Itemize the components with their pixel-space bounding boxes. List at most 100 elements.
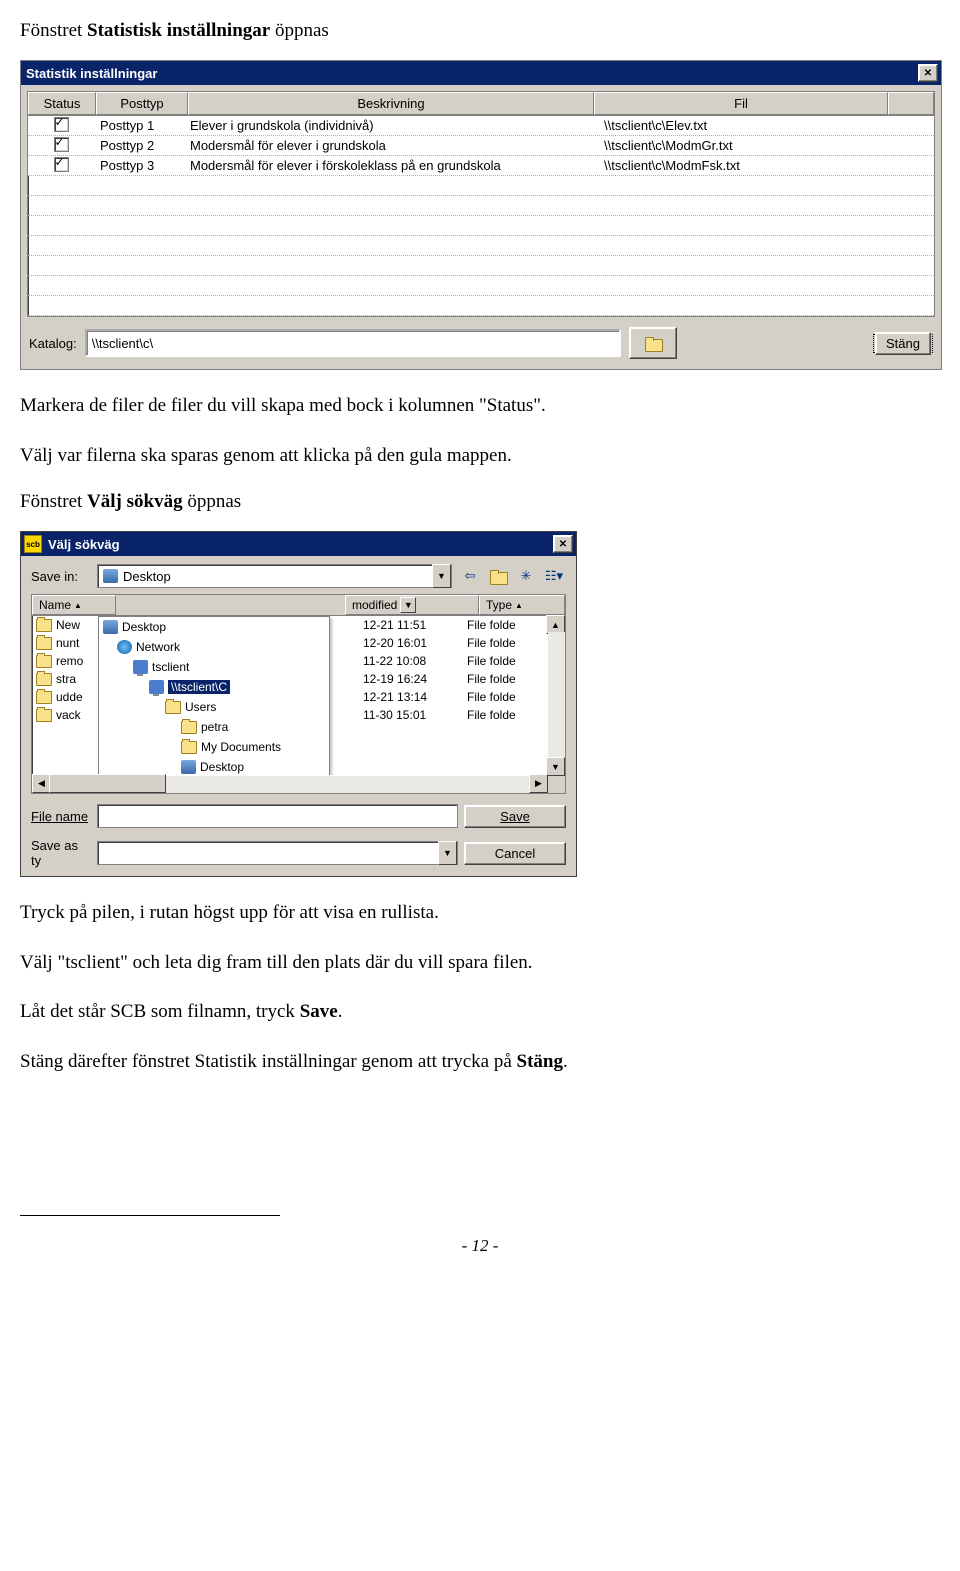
folder-icon <box>36 673 52 686</box>
folder-icon <box>181 741 197 754</box>
cell-fil: \\tsclient\c\ModmGr.txt <box>598 138 890 153</box>
col-beskrivning[interactable]: Beskrivning <box>188 92 594 115</box>
browse-folder-button[interactable] <box>629 327 677 359</box>
tree-item[interactable]: Users <box>99 697 329 717</box>
cell-fil: \\tsclient\c\Elev.txt <box>598 118 890 133</box>
valj-sokvag-window: scb Välj sökväg ✕ Save in: Desktop ▼ ⇦ ✳… <box>20 531 577 877</box>
checkbox[interactable] <box>54 157 69 172</box>
save-in-value: Desktop <box>98 569 432 584</box>
chevron-down-icon[interactable]: ▼ <box>400 597 416 613</box>
footer-rule <box>20 1215 280 1216</box>
heading-2: Fönstret Välj sökväg öppnas <box>20 491 940 513</box>
col-name[interactable]: Name▲ <box>32 595 116 615</box>
col-modified[interactable]: modified ▼ <box>345 595 479 615</box>
app-icon: scb <box>24 535 42 553</box>
tree-item[interactable]: \\tsclient\C <box>99 677 329 697</box>
list-item[interactable]: 12-21 11:51File folde <box>363 616 543 634</box>
tree-item[interactable]: tsclient <box>99 657 329 677</box>
sort-asc-icon: ▲ <box>74 601 82 610</box>
cell-posttyp: Posttyp 3 <box>94 158 184 173</box>
list-item[interactable]: 11-22 10:08File folde <box>363 652 543 670</box>
checkbox[interactable] <box>54 137 69 152</box>
chevron-down-icon[interactable]: ▼ <box>432 564 451 588</box>
list-item[interactable]: 11-30 15:01File folde <box>363 706 543 724</box>
details-column: 12-21 11:51File folde12-20 16:01File fol… <box>363 616 543 724</box>
sort-icon: ▲ <box>515 601 523 610</box>
scroll-down-icon[interactable]: ▼ <box>546 757 565 776</box>
list-item[interactable]: 12-19 16:24File folde <box>363 670 543 688</box>
cell-posttyp: Posttyp 2 <box>94 138 184 153</box>
empty-rows <box>28 176 934 316</box>
chevron-down-icon[interactable]: ▼ <box>438 841 457 865</box>
table-row[interactable]: Posttyp 1Elever i grundskola (individniv… <box>28 116 934 136</box>
folder-icon <box>165 701 181 714</box>
table-row[interactable]: Posttyp 3Modersmål för elever i förskole… <box>28 156 934 176</box>
table-row[interactable]: Posttyp 2Modersmål för elever i grundsko… <box>28 136 934 156</box>
back-icon[interactable]: ⇦ <box>458 565 482 587</box>
file-list[interactable]: Name▲ modified ▼ Type ▲ Newnuntremostrau… <box>31 594 566 794</box>
saveas-row: Save as ty ▼ Cancel <box>31 838 566 868</box>
file-list-header: Name▲ modified ▼ Type ▲ <box>32 595 565 616</box>
list-item[interactable]: 12-20 16:01File folde <box>363 634 543 652</box>
text: Fönstret <box>20 20 87 41</box>
saveas-label: Save as ty <box>31 838 91 868</box>
filename-row: File name Save <box>31 804 566 828</box>
new-folder-icon[interactable]: ✳ <box>514 565 538 587</box>
close-button[interactable]: Stäng <box>875 332 931 355</box>
paragraph: Välj var filerna ska sparas genom att kl… <box>20 442 940 470</box>
folder-icon <box>181 721 197 734</box>
save-button[interactable]: Save <box>464 805 566 828</box>
bottom-row: Katalog: Stäng <box>21 321 941 369</box>
folder-icon <box>36 637 52 650</box>
list-item[interactable]: New <box>36 616 92 634</box>
list-item[interactable]: nunt <box>36 634 92 652</box>
list-item[interactable]: remo <box>36 652 92 670</box>
tree-item[interactable]: petra <box>99 717 329 737</box>
cancel-button[interactable]: Cancel <box>464 842 566 865</box>
checkbox[interactable] <box>54 117 69 132</box>
table: Status Posttyp Beskrivning Fil Posttyp 1… <box>27 91 935 317</box>
location-tree-popup[interactable]: DesktopNetworktsclient\\tsclient\CUsersp… <box>98 616 330 794</box>
col-posttyp[interactable]: Posttyp <box>96 92 188 115</box>
cell-beskrivning: Elever i grundskola (individnivå) <box>184 118 598 133</box>
desktop-icon <box>103 569 118 583</box>
saveas-combo[interactable]: ▼ <box>97 841 458 865</box>
filename-input[interactable] <box>97 804 458 828</box>
save-in-row: Save in: Desktop ▼ ⇦ ✳ ☷▾ <box>31 564 566 588</box>
list-item[interactable]: udde <box>36 688 92 706</box>
folder-icon <box>36 655 52 668</box>
monitor-icon <box>133 660 148 674</box>
list-item[interactable]: vack <box>36 706 92 724</box>
text: öppnas <box>183 491 242 512</box>
katalog-input[interactable] <box>85 329 621 357</box>
text: öppnas <box>270 20 329 41</box>
tree-item[interactable]: Network <box>99 637 329 657</box>
text: Fönstret <box>20 491 87 512</box>
col-fil[interactable]: Fil <box>594 92 888 115</box>
paragraph: Markera de filer de filer du vill skapa … <box>20 392 940 420</box>
folder-column: Newnuntremostrauddevack <box>36 616 92 724</box>
list-item[interactable]: stra <box>36 670 92 688</box>
network-icon <box>117 640 132 654</box>
col-spacer <box>888 92 934 115</box>
cell-fil: \\tsclient\c\ModmFsk.txt <box>598 158 890 173</box>
col-status[interactable]: Status <box>28 92 96 115</box>
scrollbar-corner <box>548 776 565 793</box>
paragraph: Stäng därefter fönstret Statistik instäl… <box>20 1048 940 1076</box>
col-type[interactable]: Type ▲ <box>479 595 565 615</box>
titlebar[interactable]: scb Välj sökväg ✕ <box>21 532 576 556</box>
close-icon[interactable]: ✕ <box>918 64 938 82</box>
titlebar[interactable]: Statistik inställningar ✕ <box>21 61 941 85</box>
views-icon[interactable]: ☷▾ <box>542 565 566 587</box>
monitor-icon <box>149 680 164 694</box>
close-icon[interactable]: ✕ <box>553 535 573 553</box>
cell-beskrivning: Modersmål för elever i förskoleklass på … <box>184 158 598 173</box>
scrollbar-h-thumb[interactable] <box>49 774 166 793</box>
scrollbar-v[interactable] <box>548 632 565 759</box>
save-in-combo[interactable]: Desktop ▼ <box>97 564 452 588</box>
tree-item[interactable]: My Documents <box>99 737 329 757</box>
scroll-right-icon[interactable]: ▶ <box>529 774 548 793</box>
tree-item[interactable]: Desktop <box>99 617 329 637</box>
up-folder-icon[interactable] <box>486 565 510 587</box>
list-item[interactable]: 12-21 13:14File folde <box>363 688 543 706</box>
